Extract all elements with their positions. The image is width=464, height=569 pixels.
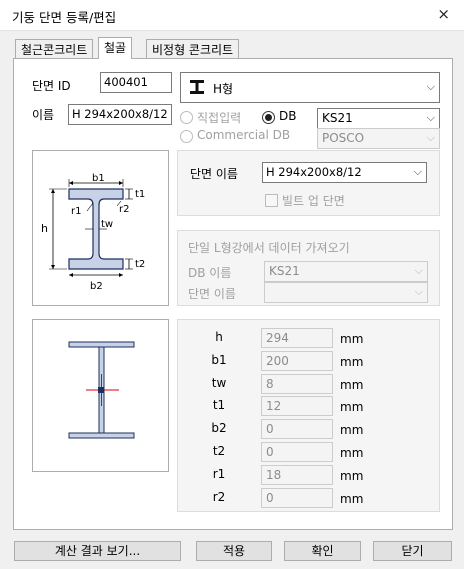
title-bar: 기둥 단면 등록/편집 × xyxy=(0,0,464,31)
import-group: 단일 L형강에서 데이터 가져오기 DB 이름 KS21 ⌵ 단면 이름 ⌵ xyxy=(177,230,440,306)
import-db-name-label: DB 이름 xyxy=(188,266,232,280)
db-radio-label: DB xyxy=(279,109,297,123)
direct-input-label: 직접입력 xyxy=(197,111,242,125)
diagram-label-b1: b1 xyxy=(92,173,105,184)
chevron-down-icon: ⌵ xyxy=(426,80,435,93)
import-section-name-label: 단면 이름 xyxy=(188,287,236,301)
dimension-unit-b1: mm xyxy=(340,355,364,369)
dimension-label-r2: r2 xyxy=(212,490,226,504)
tab-panel-steel: 단면 ID 400401 이름 H 294x200x8/12 H형 ⌵ 직접입력… xyxy=(13,58,453,530)
section-preview xyxy=(32,319,169,472)
dimensions-group: h 294 mm b1 200 mm tw 8 mm t1 12 mm b2 0 mm t2 0 mm r1 18 mm… xyxy=(177,319,440,512)
diagram-label-r1: r1 xyxy=(71,206,81,217)
section-id-field[interactable]: 400401 xyxy=(100,72,172,93)
db-standard-value: KS21 xyxy=(322,111,353,125)
import-group-title: 단일 L형강에서 데이터 가져오기 xyxy=(188,241,350,255)
dimension-label-t1: t1 xyxy=(212,398,226,412)
built-up-checkbox[interactable] xyxy=(265,194,278,207)
dimension-unit-r2: mm xyxy=(340,492,364,506)
section-diagram: b1 t1 r1 r2 h tw t2 b2 xyxy=(32,150,169,306)
dimension-label-b1: b1 xyxy=(211,353,227,367)
section-name-group: 단면 이름 H 294x200x8/12 ⌵ 빌트 업 단면 xyxy=(177,150,440,216)
dimension-field-b1[interactable]: 200 xyxy=(261,351,333,371)
import-section-name-combo[interactable]: ⌵ xyxy=(264,282,428,303)
dimension-field-tw[interactable]: 8 xyxy=(261,374,333,394)
section-preview-drawing xyxy=(68,341,135,439)
h-beam-icon xyxy=(189,79,205,95)
tab-steel[interactable]: 철골 xyxy=(98,37,133,59)
view-calc-results-button[interactable]: 계산 결과 보기... xyxy=(14,541,181,561)
commercial-db-combo[interactable]: POSCO ⌵ xyxy=(317,128,440,149)
diagram-label-t1: t1 xyxy=(135,189,145,200)
commercial-db-value: POSCO xyxy=(322,131,365,145)
chevron-down-icon: ⌵ xyxy=(414,264,423,277)
direct-input-radio[interactable] xyxy=(180,111,193,124)
section-id-label: 단면 ID xyxy=(32,79,71,93)
dimension-unit-r1: mm xyxy=(340,469,364,483)
chevron-down-icon: ⌵ xyxy=(414,285,423,298)
dimension-label-r1: r1 xyxy=(212,467,226,481)
shape-type-combo[interactable]: H형 ⌵ xyxy=(180,72,440,103)
section-name-label: 단면 이름 xyxy=(190,167,238,181)
tab-reinforced-concrete[interactable]: 철근콘크리트 xyxy=(15,39,94,58)
name-field[interactable]: H 294x200x8/12 xyxy=(68,104,172,125)
commercial-db-radio[interactable] xyxy=(180,130,193,143)
import-db-name-combo[interactable]: KS21 ⌵ xyxy=(264,261,428,282)
dimension-label-t2: t2 xyxy=(212,444,226,458)
dimension-unit-t1: mm xyxy=(340,400,364,414)
tab-irregular-concrete[interactable]: 비정형 콘크리트 xyxy=(146,39,240,58)
dimension-unit-tw: mm xyxy=(340,378,364,392)
dimension-field-t2[interactable]: 0 xyxy=(261,442,333,462)
close-button[interactable]: 닫기 xyxy=(373,541,452,561)
section-name-value: H 294x200x8/12 xyxy=(266,165,362,179)
chevron-down-icon: ⌵ xyxy=(426,131,435,144)
shape-type-value: H형 xyxy=(213,82,234,96)
import-db-name-value: KS21 xyxy=(269,264,300,278)
diagram-label-b2: b2 xyxy=(90,281,103,292)
chevron-down-icon: ⌵ xyxy=(413,165,422,178)
db-radio[interactable] xyxy=(262,111,275,124)
apply-button[interactable]: 적용 xyxy=(196,541,272,561)
diagram-label-tw: tw xyxy=(101,219,113,230)
section-name-combo[interactable]: H 294x200x8/12 ⌵ xyxy=(262,162,427,183)
db-standard-combo[interactable]: KS21 ⌵ xyxy=(317,108,440,129)
dimension-unit-b2: mm xyxy=(340,423,364,437)
dimension-field-r1[interactable]: 18 xyxy=(261,465,333,485)
chevron-down-icon: ⌵ xyxy=(426,111,435,124)
h-section-drawing: b1 t1 r1 r2 h tw t2 b2 xyxy=(41,173,145,292)
diagram-label-t2: t2 xyxy=(135,259,145,270)
built-up-label: 빌트 업 단면 xyxy=(282,194,345,208)
dimension-field-h[interactable]: 294 xyxy=(261,328,333,348)
dimension-field-t1[interactable]: 12 xyxy=(261,396,333,416)
dimension-label-b2: b2 xyxy=(211,421,227,435)
dimension-label-tw: tw xyxy=(211,376,227,390)
dimension-unit-t2: mm xyxy=(340,446,364,460)
commercial-db-label: Commercial DB xyxy=(197,128,291,142)
diagram-label-r2: r2 xyxy=(119,204,129,215)
name-label: 이름 xyxy=(32,108,55,122)
dimension-field-r2[interactable]: 0 xyxy=(261,488,333,508)
dimension-unit-h: mm xyxy=(340,332,364,346)
dimension-label-h: h xyxy=(215,330,223,344)
ok-button[interactable]: 확인 xyxy=(284,541,361,561)
diagram-label-h: h xyxy=(41,222,48,235)
window-title: 기둥 단면 등록/편집 xyxy=(12,10,117,25)
centroid-marker xyxy=(98,387,104,393)
dimension-field-b2[interactable]: 0 xyxy=(261,419,333,439)
close-icon[interactable]: × xyxy=(437,5,450,23)
